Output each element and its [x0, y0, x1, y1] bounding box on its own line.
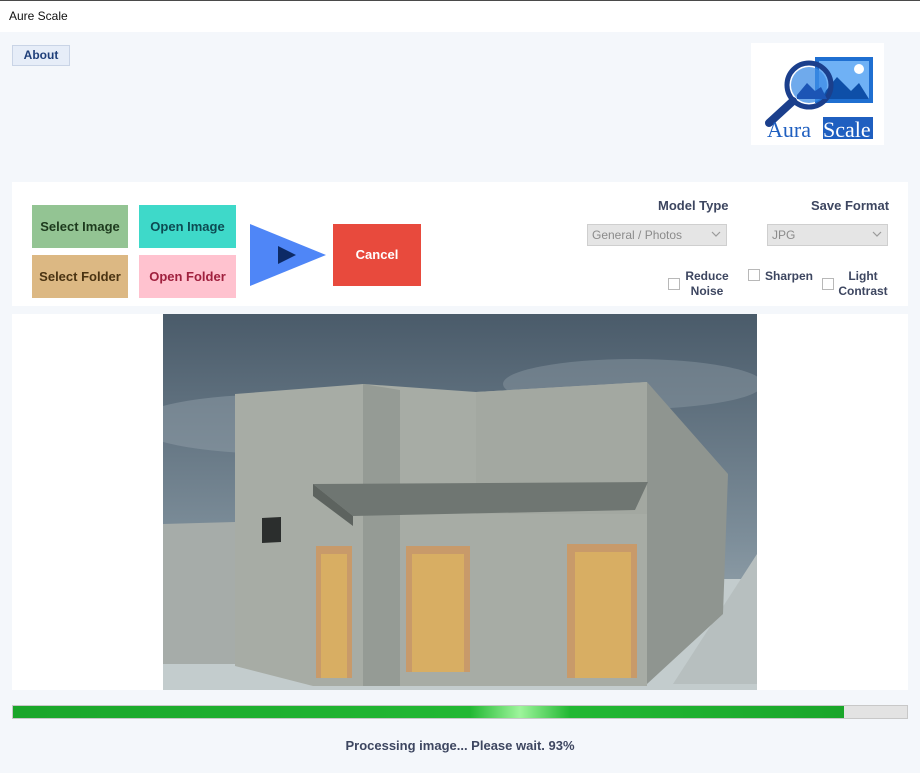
preview-image	[163, 314, 757, 690]
reduce-noise-label-line2: Noise	[690, 284, 724, 298]
sharpen-label: Sharpen	[764, 269, 813, 283]
logo-text-right: Scale	[823, 117, 871, 142]
reduce-noise-checkbox[interactable]	[668, 278, 680, 290]
window-title: Aure Scale	[9, 9, 68, 23]
about-button[interactable]: About	[12, 45, 70, 66]
reduce-noise-label-line1: Reduce	[685, 269, 729, 283]
logo-text-left: Aura	[767, 117, 811, 142]
chevron-down-icon	[711, 231, 721, 237]
model-type-label: Model Type	[658, 198, 729, 213]
light-contrast-label-line1: Light	[848, 269, 878, 283]
model-type-value: General / Photos	[592, 228, 683, 242]
select-image-button[interactable]: Select Image	[32, 205, 128, 248]
light-contrast-label: Light Contrast	[834, 269, 892, 299]
sharpen-checkbox[interactable]	[748, 269, 760, 281]
save-format-value: JPG	[772, 228, 796, 242]
light-contrast-checkbox[interactable]	[822, 278, 834, 290]
save-format-label: Save Format	[811, 198, 890, 213]
image-preview-area	[12, 314, 908, 690]
select-folder-button[interactable]: Select Folder	[32, 255, 128, 298]
chevron-down-icon	[872, 231, 882, 237]
title-bar: Aure Scale	[0, 0, 920, 32]
status-text: Processing image... Please wait. 93%	[345, 738, 575, 753]
model-type-select[interactable]: General / Photos	[587, 224, 727, 246]
play-icon[interactable]	[250, 224, 326, 286]
progress-bar-fill	[13, 706, 845, 718]
light-contrast-label-line2: Contrast	[838, 284, 888, 298]
logo-image: Aura Scale	[753, 49, 873, 142]
open-image-button[interactable]: Open Image	[139, 205, 236, 248]
app-logo: Aura Scale	[751, 43, 884, 145]
save-format-select[interactable]: JPG	[767, 224, 888, 246]
reduce-noise-label: Reduce Noise	[680, 269, 734, 299]
open-folder-button[interactable]: Open Folder	[139, 255, 236, 298]
controls-panel: Select Image Open Image Select Folder Op…	[12, 182, 908, 306]
progress-bar	[12, 705, 908, 719]
cancel-button[interactable]: Cancel	[333, 224, 421, 286]
